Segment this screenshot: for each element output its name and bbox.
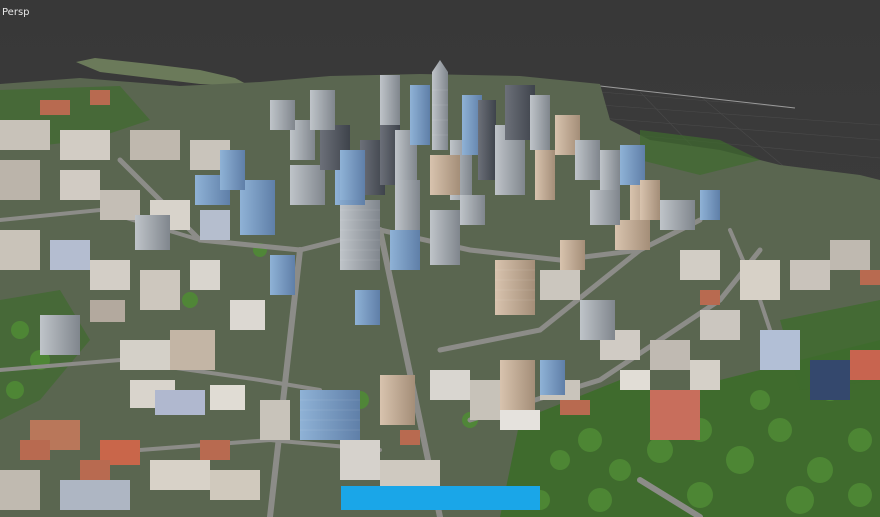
view-label[interactable]: Persp [2, 7, 30, 18]
loading-progress-bar [341, 486, 540, 510]
3d-viewport[interactable]: Persp [0, 0, 880, 517]
city-scene-render[interactable] [0, 0, 880, 517]
